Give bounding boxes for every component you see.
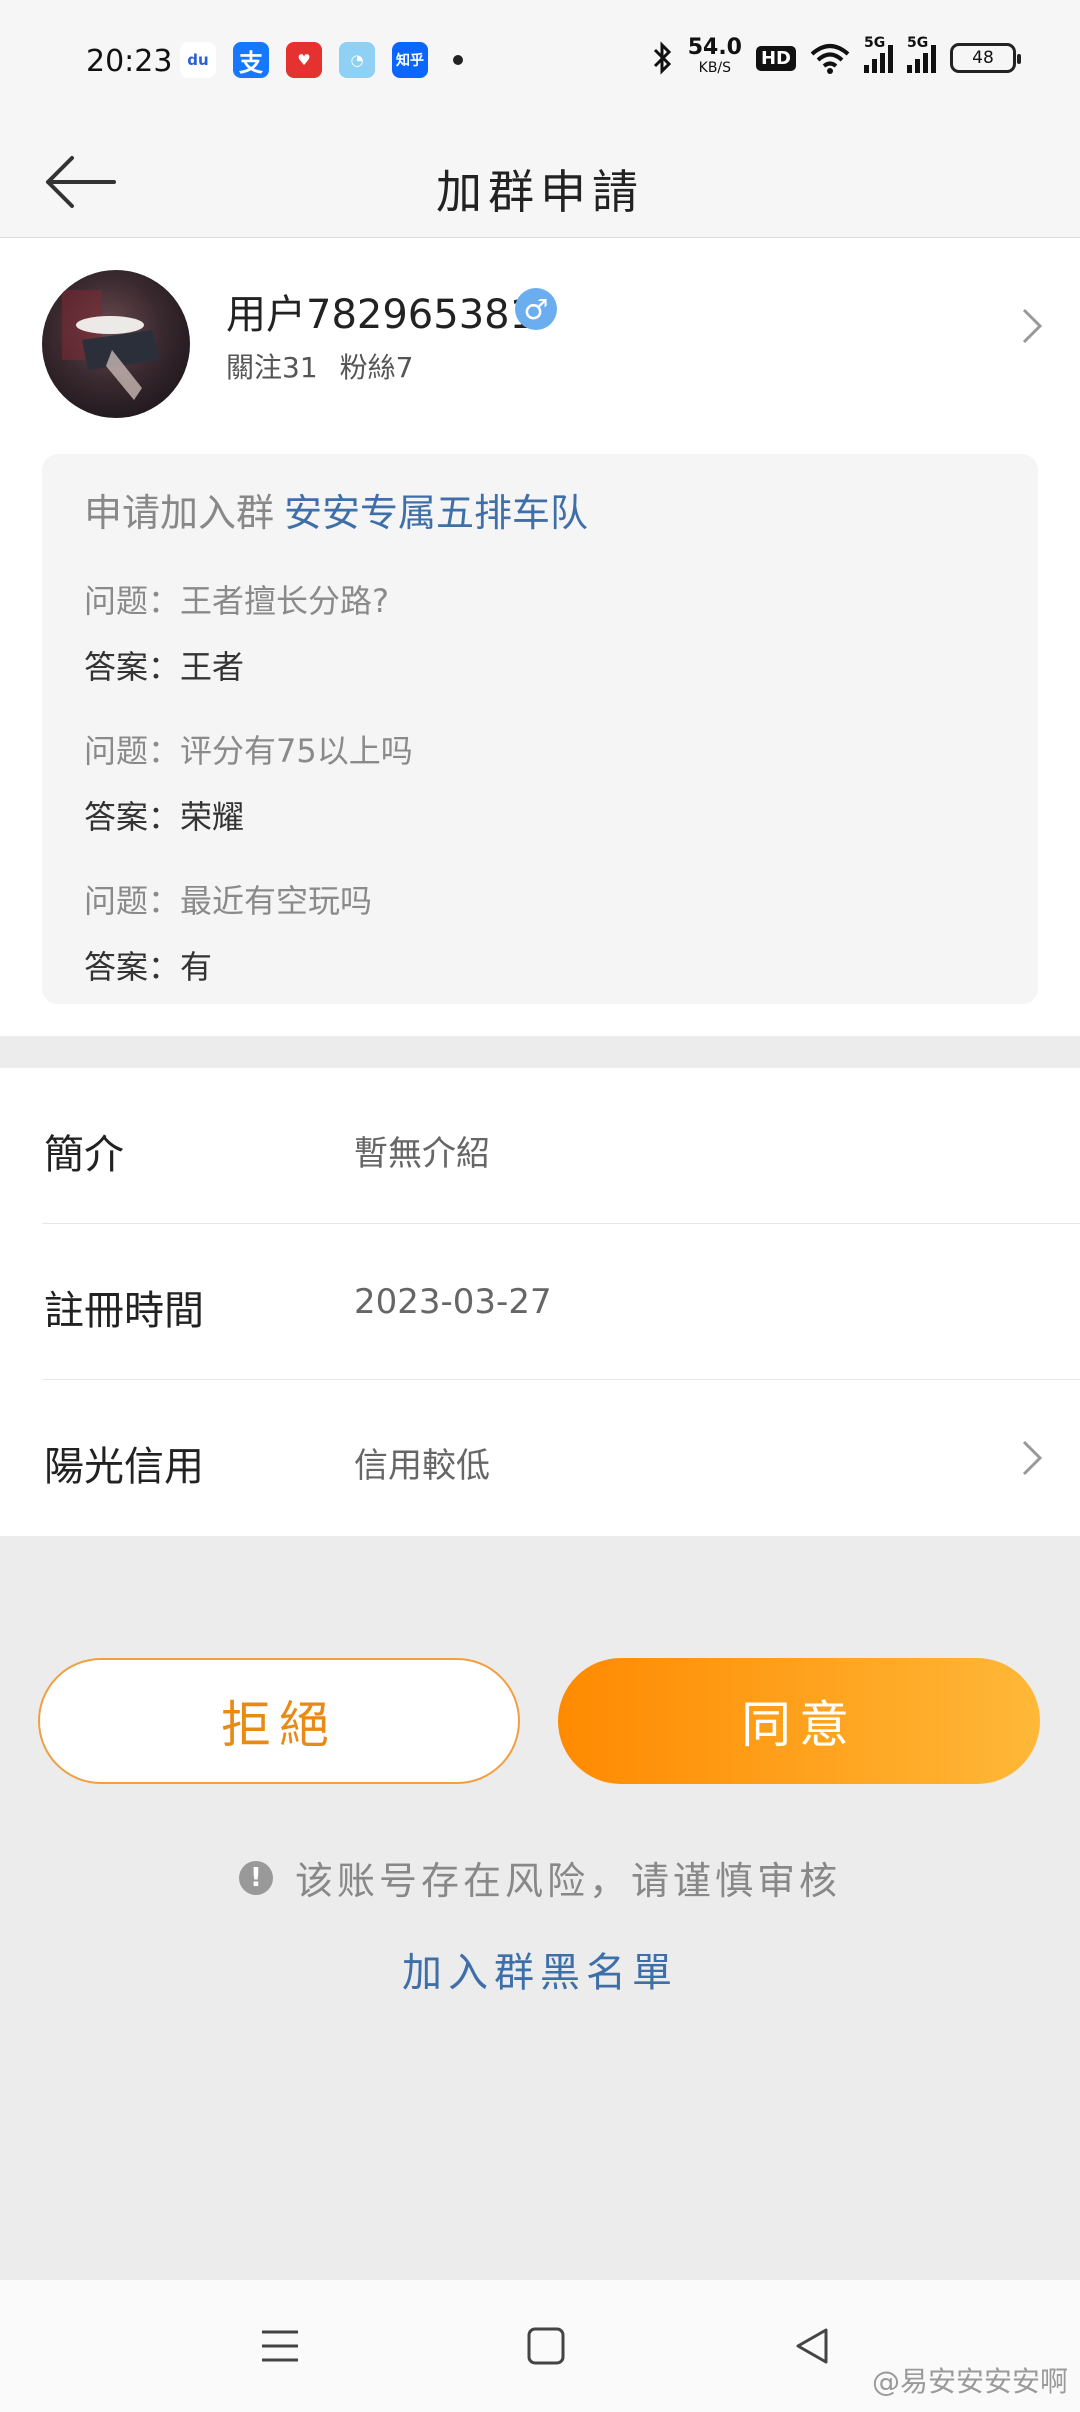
- avatar-image: [42, 270, 190, 418]
- net-speed: 54.0 KB/S: [687, 35, 742, 77]
- hd-voice-icon: HD: [755, 45, 796, 71]
- intro-label: 簡介: [44, 1132, 124, 1178]
- followers-count[interactable]: 粉絲7: [340, 346, 414, 386]
- apply-prefix: 申请加入群: [84, 491, 275, 535]
- chevron-right-icon: [1022, 1440, 1043, 1476]
- taobao-icon: ♥: [286, 42, 322, 78]
- question-3: 问题：最近有空玩吗: [84, 882, 373, 920]
- warning-icon: !: [238, 1860, 273, 1895]
- menu-nav-button[interactable]: [250, 2316, 310, 2376]
- credit-chevron[interactable]: [1020, 1438, 1044, 1482]
- question-2: 问题：评分有75以上吗: [84, 732, 413, 770]
- user-stats: 關注31 粉絲7: [226, 346, 413, 386]
- group-name-link[interactable]: 安安专属五排车队: [284, 491, 588, 535]
- credit-value: 信用較低: [354, 1446, 490, 1486]
- application-box: 申请加入群 安安专属五排车队 问题：王者擅长分路? 答案：王者 问题：评分有75以…: [42, 454, 1038, 1004]
- battery-icon: 48: [950, 43, 1021, 73]
- info-list: 簡介 暫無介紹 註冊時間 2023-03-27 陽光信用 信用較低: [0, 1068, 1080, 1536]
- register-time-label: 註冊時間: [44, 1288, 204, 1334]
- title-bar: 加群申請: [0, 126, 1080, 238]
- question-1: 问题：王者擅长分路?: [84, 582, 389, 620]
- credit-label: 陽光信用: [44, 1444, 204, 1490]
- home-square-icon: [527, 2327, 565, 2365]
- warning-text: 该账号存在风险，请谨慎审核: [294, 1859, 841, 1903]
- back-triangle-icon: [796, 2328, 828, 2364]
- rabbit-app-icon: ◔: [339, 42, 375, 78]
- info-row-intro: 簡介 暫無介紹: [0, 1068, 1080, 1224]
- register-time-value: 2023-03-27: [354, 1282, 552, 1322]
- watermark: @易安安安安啊: [871, 2365, 1068, 2398]
- alipay-icon: 支: [233, 42, 269, 78]
- male-icon: ♂: [515, 288, 557, 330]
- avatar[interactable]: [42, 270, 190, 418]
- chevron-right-icon: [1022, 308, 1043, 344]
- add-to-blacklist-link[interactable]: 加入群黑名單: [0, 1940, 1080, 1998]
- baidu-icon: du: [180, 42, 216, 78]
- notification-icons: du 支 ♥ ◔ 知乎: [180, 42, 463, 78]
- answer-3: 答案：有: [84, 948, 213, 986]
- menu-icon: [262, 2330, 298, 2362]
- apply-group-line: 申请加入群 安安专属五排车队: [84, 482, 588, 537]
- clock: 20:23: [86, 44, 173, 79]
- page-title: 加群申請: [436, 165, 644, 219]
- signal-5g-2-icon: 5G: [907, 35, 936, 73]
- home-nav-button[interactable]: [516, 2316, 576, 2376]
- accept-button[interactable]: 同意: [558, 1658, 1040, 1784]
- zhihu-icon: 知乎: [392, 42, 428, 78]
- following-count[interactable]: 關注31: [226, 346, 318, 386]
- answer-2: 答案：荣耀: [84, 798, 245, 836]
- system-icons: 54.0 KB/S HD 5G 5G 48: [652, 35, 1021, 78]
- more-notifications-dot: [453, 55, 463, 65]
- intro-value: 暫無介紹: [354, 1134, 490, 1174]
- info-row-register-time: 註冊時間 2023-03-27: [0, 1224, 1080, 1380]
- user-name[interactable]: 用户782965381: [226, 282, 535, 340]
- bluetooth-icon: [653, 41, 671, 75]
- signal-5g-1-icon: 5G: [864, 35, 893, 73]
- status-bar: 20:23 du 支 ♥ ◔ 知乎 54.0 KB/S HD 5G 5G 48: [0, 0, 1080, 126]
- wifi-icon: [810, 44, 850, 74]
- profile-chevron-button[interactable]: [1020, 306, 1044, 350]
- applicant-card: 用户782965381 ♂ 關注31 粉絲7 申请加入群 安安专属五排车队 问题：…: [0, 238, 1080, 1036]
- answer-1: 答案：王者: [84, 648, 245, 686]
- info-row-credit[interactable]: 陽光信用 信用較低: [0, 1380, 1080, 1536]
- back-nav-button[interactable]: [782, 2316, 842, 2376]
- reject-button[interactable]: 拒絕: [38, 1658, 520, 1784]
- risk-warning: ! 该账号存在风险，请谨慎审核: [0, 1850, 1080, 1905]
